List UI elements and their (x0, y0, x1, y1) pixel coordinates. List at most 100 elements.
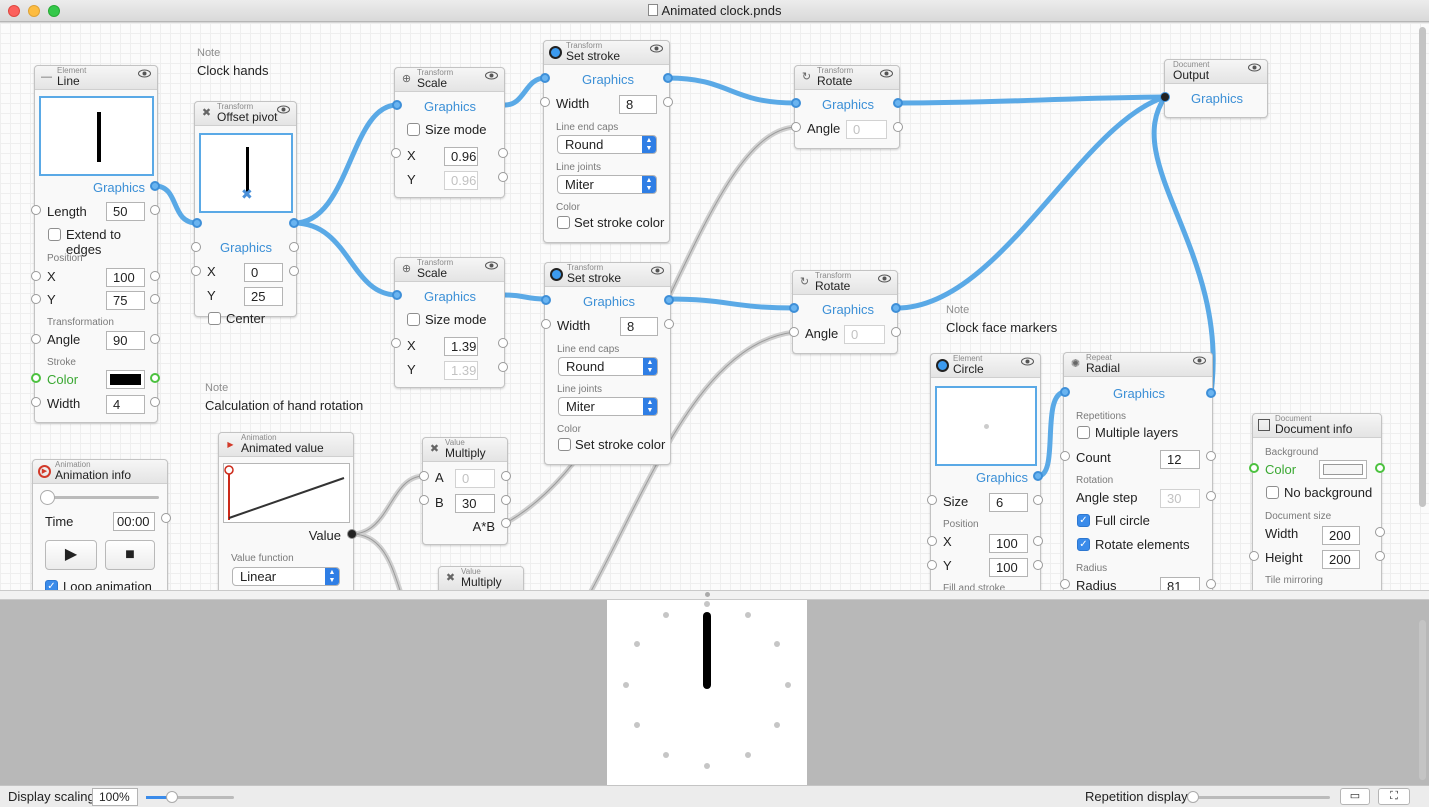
eye-icon[interactable] (485, 261, 498, 270)
port[interactable] (31, 271, 41, 281)
port[interactable] (391, 338, 401, 348)
doc-width-field[interactable]: 200 (1322, 526, 1360, 545)
port[interactable] (31, 294, 41, 304)
rotate1-in-port[interactable] (791, 98, 801, 108)
port[interactable] (501, 471, 511, 481)
port[interactable] (150, 271, 160, 281)
zoom-window-button[interactable] (48, 5, 60, 17)
color-port[interactable] (150, 373, 160, 383)
node-header[interactable]: Element Circle (931, 354, 1040, 378)
port[interactable] (150, 294, 160, 304)
port[interactable] (1375, 551, 1385, 561)
size-mode-checkbox[interactable] (407, 123, 420, 136)
node-offset-pivot[interactable]: ✖ Transform Offset pivot ✖ Graphics X 0 Y … (194, 101, 297, 326)
port[interactable] (663, 97, 673, 107)
product-out-port[interactable] (501, 518, 511, 528)
port[interactable] (498, 148, 508, 158)
full-circle-checkbox[interactable]: ✓ (1077, 514, 1090, 527)
minimize-window-button[interactable] (28, 5, 40, 17)
count-field[interactable]: 12 (1160, 450, 1200, 469)
a-field[interactable]: 0 (455, 469, 495, 488)
port[interactable] (927, 536, 937, 546)
set-stroke-color-checkbox[interactable] (557, 216, 570, 229)
note-clock-hands[interactable]: Note Clock hands (197, 47, 269, 78)
port[interactable] (927, 495, 937, 505)
eye-icon[interactable] (878, 274, 891, 283)
node-scale-1[interactable]: ⊕ Transform Scale Graphics Size mode X 0.9… (394, 67, 505, 198)
stroke1-in-port[interactable] (540, 73, 550, 83)
scale2-in-port[interactable] (392, 290, 402, 300)
color-port[interactable] (31, 373, 41, 383)
eye-icon[interactable] (138, 69, 151, 78)
node-header[interactable]: ↻ Transform Rotate (793, 271, 897, 295)
port[interactable] (893, 122, 903, 132)
node-canvas[interactable]: Note Clock hands Note Calculation of hand … (0, 23, 1429, 590)
port[interactable] (1206, 491, 1216, 501)
stop-button[interactable]: ■ (105, 540, 155, 570)
size-mode-checkbox[interactable] (407, 313, 420, 326)
b-in-port[interactable] (419, 495, 429, 505)
node-header[interactable]: ⊕ Transform Scale (395, 68, 504, 92)
node-header[interactable]: ▶ Animation Animation info (33, 460, 167, 484)
length-field[interactable]: 50 (106, 202, 145, 221)
rotate1-out-port[interactable] (893, 98, 903, 108)
radial-out-port[interactable] (1206, 388, 1216, 398)
port[interactable] (498, 338, 508, 348)
offset-graphics-in-port[interactable] (192, 218, 202, 228)
port[interactable] (891, 327, 901, 337)
angle-step-field[interactable]: 30 (1160, 489, 1200, 508)
scale1-in-port[interactable] (392, 100, 402, 110)
caps-select[interactable]: Round ▲ ▼ (558, 357, 658, 376)
eye-icon[interactable] (651, 266, 664, 275)
node-multiply-2[interactable]: ✖ Value Multiply (438, 566, 524, 590)
scale-x-field[interactable]: 0.96 (444, 147, 478, 166)
eye-icon[interactable] (485, 71, 498, 80)
node-header[interactable]: ↻ Transform Rotate (795, 66, 899, 90)
rotate-elements-checkbox[interactable]: ✓ (1077, 538, 1090, 551)
color-port[interactable] (1249, 463, 1259, 473)
stroke-width-field[interactable]: 8 (620, 317, 658, 336)
node-header[interactable]: ▶ Animation Animated value (219, 433, 353, 457)
port[interactable] (289, 242, 299, 252)
port[interactable] (1060, 451, 1070, 461)
port[interactable] (1033, 495, 1043, 505)
value-function-select[interactable]: Linear ▲ ▼ (232, 567, 340, 586)
port[interactable] (541, 319, 551, 329)
preview-scrollbar[interactable] (1419, 620, 1426, 780)
size-field[interactable]: 6 (989, 493, 1028, 512)
angle-in-port[interactable] (789, 327, 799, 337)
port[interactable] (1375, 527, 1385, 537)
preview-area[interactable] (0, 600, 1429, 785)
stroke2-in-port[interactable] (541, 295, 551, 305)
y-field[interactable]: 25 (244, 287, 283, 306)
eye-icon[interactable] (277, 105, 290, 114)
port[interactable] (31, 397, 41, 407)
port[interactable] (391, 148, 401, 158)
width-field[interactable]: 4 (106, 395, 145, 414)
angle-in-port[interactable] (791, 122, 801, 132)
stroke2-out-port[interactable] (664, 295, 674, 305)
port[interactable] (191, 242, 201, 252)
port[interactable] (1033, 536, 1043, 546)
port[interactable] (664, 319, 674, 329)
rotate2-out-port[interactable] (891, 303, 901, 313)
present-button[interactable]: ▭ (1340, 788, 1370, 805)
canvas-scrollbar[interactable] (1419, 27, 1426, 507)
port[interactable] (927, 560, 937, 570)
radius-field[interactable]: 81 (1160, 577, 1200, 590)
eye-icon[interactable] (650, 44, 663, 53)
display-scaling-field[interactable]: 100% (92, 788, 138, 806)
node-radial[interactable]: ✺ Repeat Radial Graphics Repetitions Multi… (1063, 352, 1213, 590)
close-window-button[interactable] (8, 5, 20, 17)
port[interactable] (150, 397, 160, 407)
note-face-markers[interactable]: Note Clock face markers (946, 304, 1057, 335)
play-button[interactable]: ▶ (45, 540, 97, 570)
y-field[interactable]: 75 (106, 291, 145, 310)
scale-y-field[interactable]: 0.96 (444, 171, 478, 190)
repetition-display-slider[interactable] (1187, 791, 1330, 803)
node-rotate-1[interactable]: ↻ Transform Rotate Graphics Angle 0 (794, 65, 900, 149)
x-field[interactable]: 100 (989, 534, 1028, 553)
center-checkbox[interactable] (208, 312, 221, 325)
eye-icon[interactable] (1193, 356, 1206, 365)
angle-field[interactable]: 0 (846, 120, 887, 139)
